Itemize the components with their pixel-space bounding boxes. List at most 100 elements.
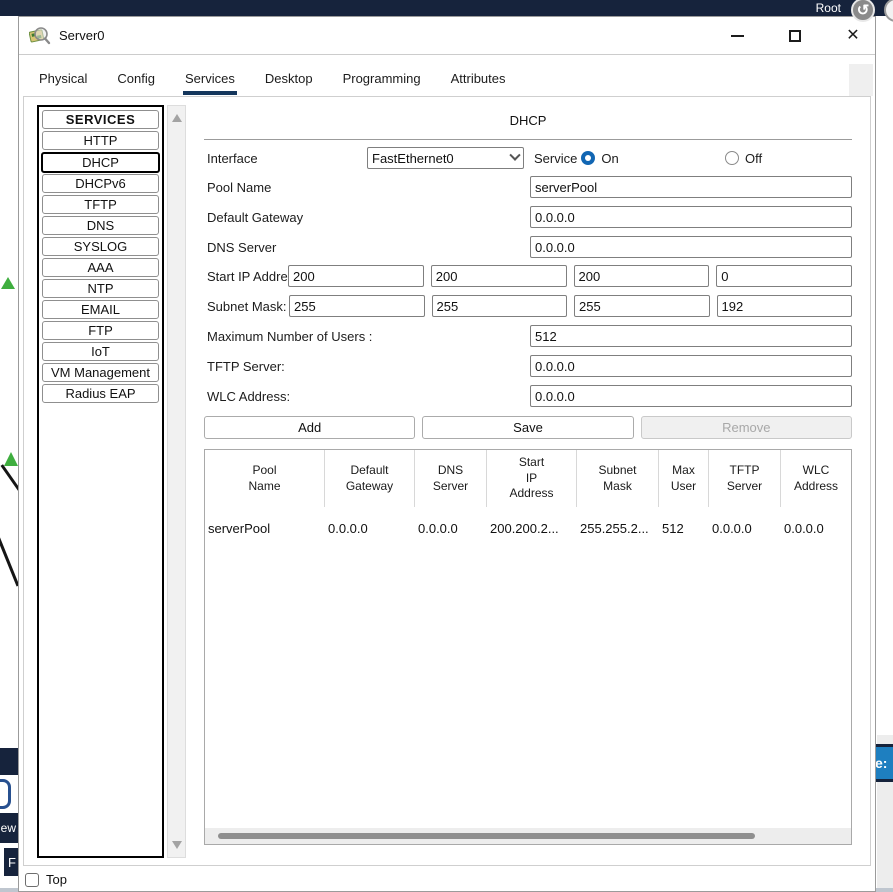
cell-default-gateway: 0.0.0.0 [325,521,415,536]
tab-physical[interactable]: Physical [37,65,89,95]
interface-row: Interface FastEthernet0 Service On Off [204,147,852,169]
sidebar-item-ftp[interactable]: FTP [42,321,159,340]
dhcp-pool-table: Pool Name Default Gateway DNS Server Sta… [204,449,852,845]
sidebar-item-syslog[interactable]: SYSLOG [42,237,159,256]
tab-config[interactable]: Config [115,65,157,95]
minimize-button[interactable] [723,22,751,50]
sidebar-item-dhcp[interactable]: DHCP [41,152,160,173]
dns-server-row: DNS Server [204,236,852,258]
sidebar-item-http[interactable]: HTTP [42,131,159,150]
chevron-down-icon [509,150,520,161]
add-button[interactable]: Add [204,416,415,439]
services-list: SERVICES HTTP DHCP DHCPv6 TFTP DNS SYSLO… [37,105,164,858]
scroll-up-icon[interactable] [172,114,182,122]
col-header-dns-server: DNS Server [415,450,487,507]
dns-server-label: DNS Server [204,240,530,255]
service-off-radio[interactable] [725,151,739,165]
network-cable [0,533,19,586]
pool-name-input[interactable] [530,176,852,198]
default-gateway-input[interactable] [530,206,852,228]
sidebar-item-email[interactable]: EMAIL [42,300,159,319]
save-button[interactable]: Save [422,416,633,439]
service-off-group: Off [721,151,762,166]
cell-start-ip: 200.200.2... [487,521,577,536]
cell-dns-server: 0.0.0.0 [415,521,487,536]
service-label: Service [534,151,577,166]
server-dialog-window: Server0 ✕ Physical Config Services Deskt… [18,16,876,892]
services-tab-page: SERVICES HTTP DHCP DHCPv6 TFTP DNS SYSLO… [23,96,871,866]
top-checkbox[interactable] [25,873,39,887]
col-header-wlc-address: WLC Address [781,450,851,507]
tab-bar-filler [849,64,873,96]
action-buttons-row: Add Save Remove [204,416,852,439]
start-ip-row: Start IP Address : [204,265,852,287]
tab-desktop[interactable]: Desktop [263,65,315,95]
service-on-radio[interactable] [581,151,595,165]
tftp-server-input[interactable] [530,355,852,377]
interface-selected-value: FastEthernet0 [372,151,511,166]
start-ip-label: Start IP Address : [204,269,288,284]
col-header-start-ip: Start IP Address [487,450,577,507]
start-ip-octet-2[interactable] [431,265,567,287]
subnet-mask-octet-2[interactable] [432,295,568,317]
sidebar-item-tftp[interactable]: TFTP [42,195,159,214]
table-horizontal-scrollbar[interactable] [205,828,851,844]
wlc-address-label: WLC Address: [204,389,530,404]
page-title: DHCP [204,113,852,128]
tab-programming[interactable]: Programming [341,65,423,95]
subnet-mask-octet-1[interactable] [289,295,425,317]
start-ip-octet-3[interactable] [574,265,710,287]
tab-services[interactable]: Services [183,65,237,95]
sidebar-item-vm-management[interactable]: VM Management [42,363,159,382]
max-users-label: Maximum Number of Users : [204,329,530,344]
close-button[interactable]: ✕ [839,22,867,50]
undo-glyph: ↺ [857,1,870,19]
subnet-mask-octet-3[interactable] [574,295,710,317]
close-icon: ✕ [846,28,859,44]
top-checkbox-label: Top [46,872,67,887]
cell-max-user: 512 [659,521,709,536]
tab-attributes[interactable]: Attributes [449,65,508,95]
background-panel-fragment [0,748,18,775]
sidebar-item-iot[interactable]: IoT [42,342,159,361]
sidebar-item-radius-eap[interactable]: Radius EAP [42,384,159,403]
scroll-down-icon[interactable] [172,841,182,849]
wlc-address-input[interactable] [530,385,852,407]
max-users-row: Maximum Number of Users : [204,325,852,347]
default-gateway-row: Default Gateway [204,206,852,228]
wlc-address-row: WLC Address: [204,385,852,407]
interface-select[interactable]: FastEthernet0 [367,147,524,169]
minimize-icon [731,35,744,37]
maximize-icon [789,30,801,42]
service-on-group: Service On [534,151,619,166]
tab-bar: Physical Config Services Desktop Program… [23,64,849,96]
sidebar-item-dhcpv6[interactable]: DHCPv6 [42,174,159,193]
window-title: Server0 [59,28,105,43]
pool-name-label: Pool Name [204,180,530,195]
dns-server-input[interactable] [530,236,852,258]
sidebar-item-ntp[interactable]: NTP [42,279,159,298]
os-top-bar: Root [0,0,893,16]
sidebar-item-dns[interactable]: DNS [42,216,159,235]
max-users-input[interactable] [530,325,852,347]
service-off-label: Off [745,151,762,166]
col-header-subnet-mask: Subnet Mask [577,450,659,507]
dialog-footer: Top [25,872,67,887]
maximize-button[interactable] [781,22,809,50]
cell-pool-name: serverPool [205,521,325,536]
services-scrollbar[interactable] [167,105,186,858]
start-ip-octet-4[interactable] [716,265,852,287]
remove-button[interactable]: Remove [641,416,852,439]
col-header-tftp-server: TFTP Server [709,450,781,507]
scrollbar-thumb[interactable] [218,833,755,839]
tftp-server-row: TFTP Server: [204,355,852,377]
subnet-mask-label: Subnet Mask: [204,299,289,314]
link-arrow-icon [1,277,15,289]
default-gateway-label: Default Gateway [204,210,530,225]
start-ip-octet-1[interactable] [288,265,424,287]
pool-name-row: Pool Name [204,176,852,198]
sidebar-item-aaa[interactable]: AAA [42,258,159,277]
subnet-mask-octet-4[interactable] [717,295,853,317]
background-label-fragment: ew [0,813,18,843]
table-row[interactable]: serverPool 0.0.0.0 0.0.0.0 200.200.2... … [205,521,851,536]
